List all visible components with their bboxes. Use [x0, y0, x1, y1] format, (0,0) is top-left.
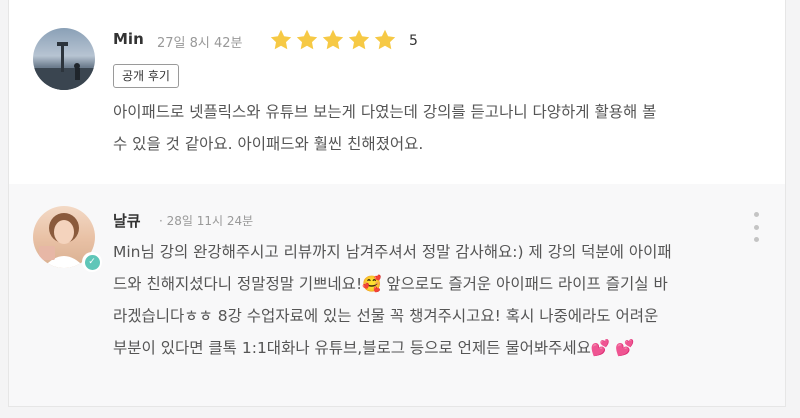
review-item: Min 27일 8시 42분 5 공개 후기 아이패드로 넷플릭스와 유튜브 보… — [9, 0, 785, 180]
star-icon — [296, 29, 318, 50]
star-icon — [322, 29, 344, 50]
reply-item: ✓ 날큐 · 28일 11시 24분 Min님 강의 완강해주시고 리뷰까지 남… — [9, 184, 785, 406]
verified-badge-icon: ✓ — [82, 252, 102, 272]
more-vertical-icon — [753, 212, 759, 217]
replier-name: 날큐 — [113, 212, 141, 230]
review-text: 아이패드로 넷플릭스와 유튜브 보는게 다였는데 강의를 듣고나니 다양하게 활… — [113, 103, 657, 153]
avatar-photo — [33, 42, 95, 90]
review-card: Min 27일 8시 42분 5 공개 후기 아이패드로 넷플릭스와 유튜브 보… — [8, 0, 786, 407]
star-icon — [270, 29, 292, 50]
star-rating — [269, 28, 399, 52]
reply-text: Min님 강의 완강해주시고 리뷰까지 남겨주셔서 정말 감사해요:) 제 강의… — [113, 243, 672, 357]
more-vertical-icon — [753, 224, 759, 230]
reply-date: · 28일 11시 24분 — [159, 214, 254, 228]
reviewer-name: Min — [113, 30, 144, 48]
public-review-tag: 공개 후기 — [113, 64, 179, 88]
review-date: 27일 8시 42분 — [157, 36, 243, 51]
star-icon — [348, 29, 370, 50]
rating-value: 5 — [409, 33, 418, 49]
reviewer-avatar[interactable] — [33, 28, 95, 90]
star-icon — [374, 29, 396, 50]
